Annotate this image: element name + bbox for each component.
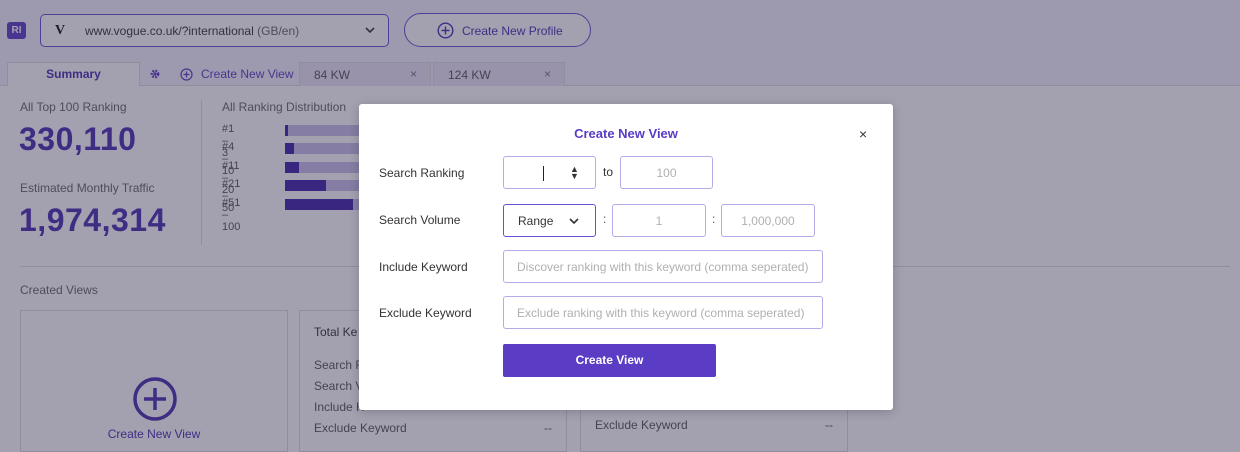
volume-mode-select[interactable]: Range xyxy=(503,204,596,237)
exclude-keyword-label: Exclude Keyword xyxy=(379,306,472,320)
range-to-label: to xyxy=(603,165,614,179)
spinner-icon[interactable]: ▲ ▼ xyxy=(570,165,579,181)
volume-max-input[interactable]: 1,000,000 xyxy=(721,204,815,237)
exclude-keyword-input[interactable]: Exclude ranking with this keyword (comma… xyxy=(503,296,823,329)
exclude-keyword-placeholder: Exclude ranking with this keyword (comma… xyxy=(517,306,805,320)
ranking-to-placeholder: 100 xyxy=(656,166,677,180)
ranking-to-input[interactable]: 100 xyxy=(620,156,713,189)
dialog-title: Create New View xyxy=(574,126,678,141)
ranking-from-input[interactable]: ▲ ▼ xyxy=(503,156,596,189)
close-icon[interactable]: × xyxy=(859,126,867,142)
colon-separator: : xyxy=(712,212,716,226)
include-keyword-placeholder: Discover ranking with this keyword (comm… xyxy=(517,260,809,274)
create-new-view-dialog: Create New View × Search Ranking ▲ ▼ to 1… xyxy=(359,104,893,410)
include-keyword-input[interactable]: Discover ranking with this keyword (comm… xyxy=(503,250,823,283)
volume-mode-value: Range xyxy=(518,214,554,228)
include-keyword-label: Include Keyword xyxy=(379,260,468,274)
volume-max-placeholder: 1,000,000 xyxy=(741,214,795,228)
create-view-button[interactable]: Create View xyxy=(503,344,716,377)
chevron-down-icon xyxy=(569,218,579,225)
volume-min-input[interactable]: 1 xyxy=(612,204,706,237)
colon-separator: : xyxy=(603,212,607,226)
search-volume-label: Search Volume xyxy=(379,213,461,227)
volume-min-placeholder: 1 xyxy=(655,214,663,228)
search-ranking-label: Search Ranking xyxy=(379,166,465,180)
text-cursor xyxy=(543,166,544,181)
